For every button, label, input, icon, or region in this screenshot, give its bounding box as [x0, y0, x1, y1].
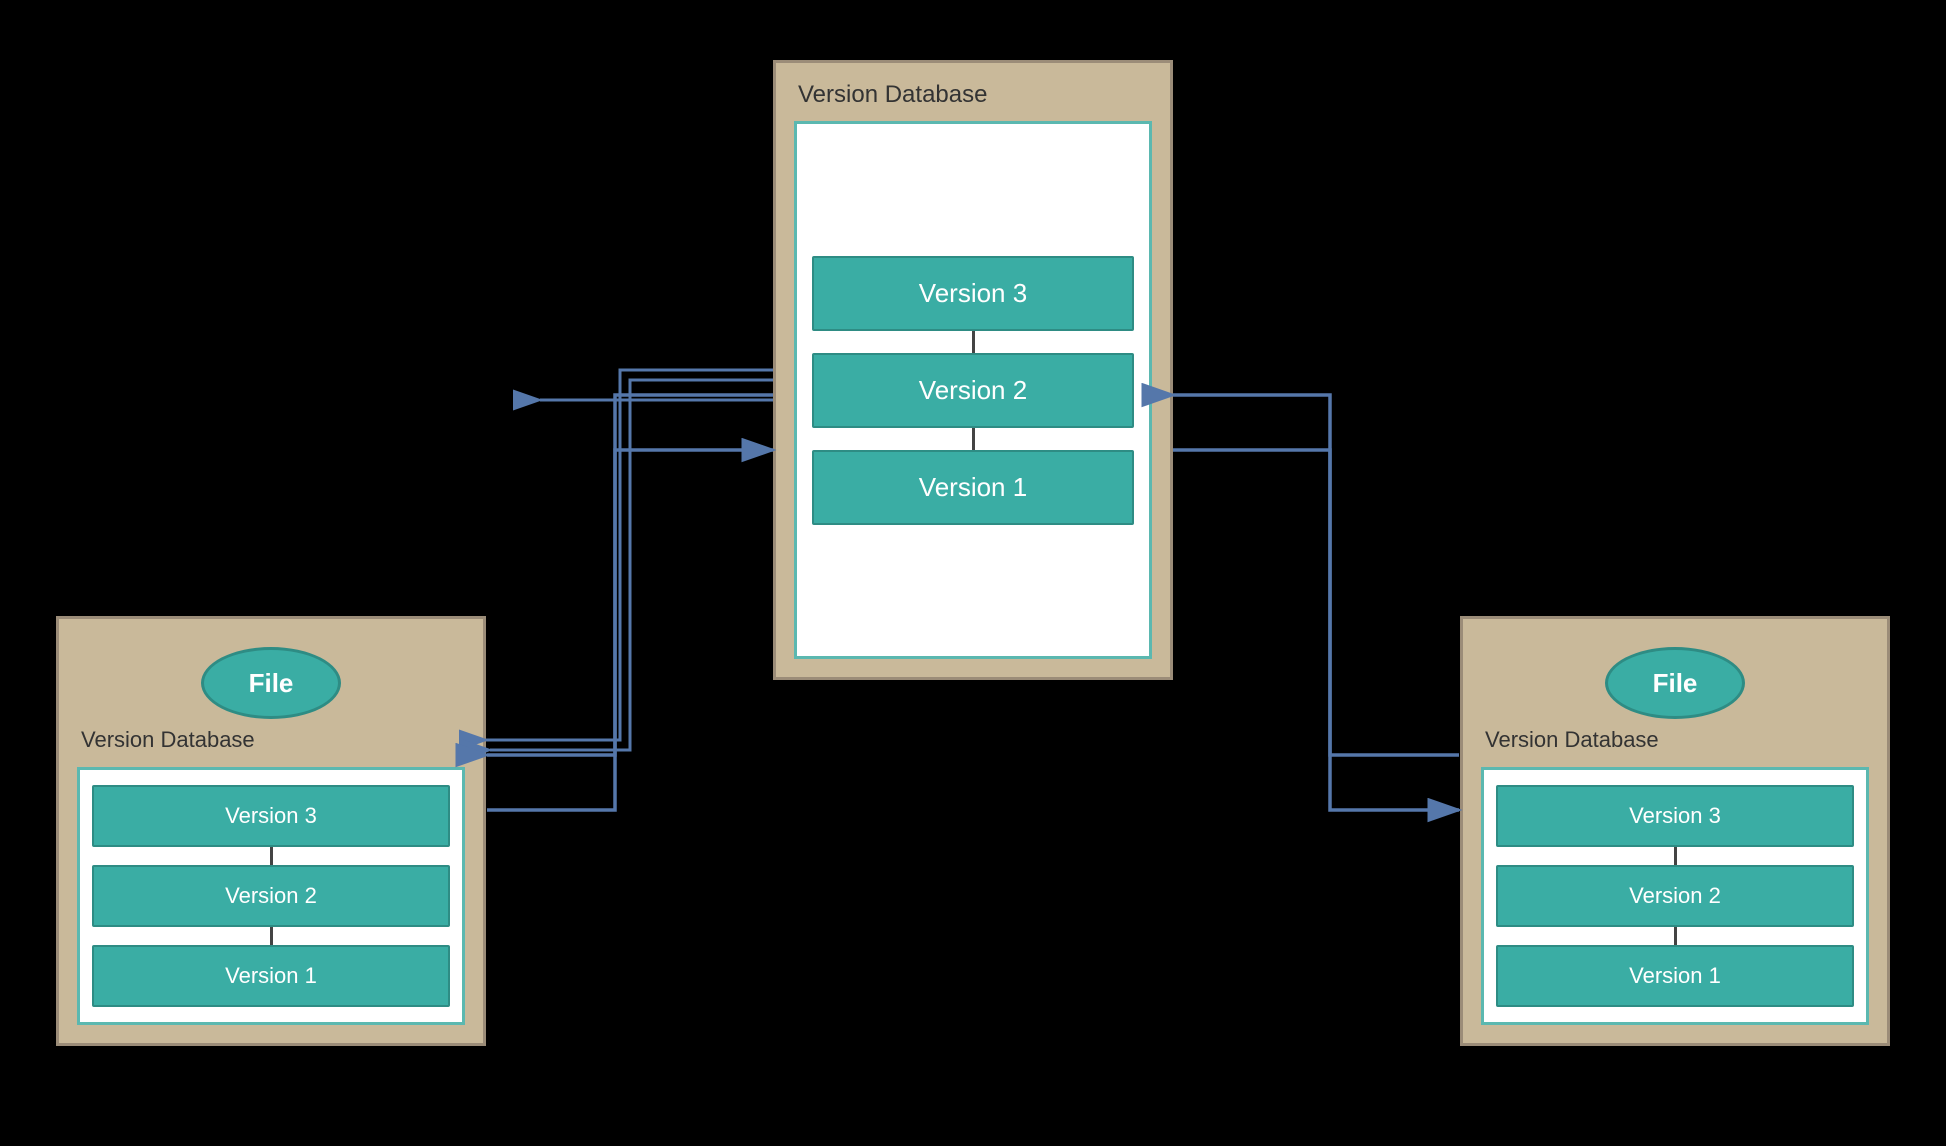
left-db-label: Version Database [77, 727, 255, 753]
left-inner-panel: Version 3 Version 2 Version 1 [77, 767, 465, 1025]
left-connector-2-1 [270, 927, 273, 945]
center-connector-3-2 [972, 331, 975, 353]
center-db-box: Version Database Version 3 Version 2 Ver… [773, 60, 1173, 680]
center-version-2: Version 2 [812, 353, 1134, 428]
arrow-center-to-left-path [486, 370, 773, 740]
right-connector-2-1 [1674, 927, 1677, 945]
center-connector-2-1 [972, 428, 975, 450]
right-inner-panel: Version 3 Version 2 Version 1 [1481, 767, 1869, 1025]
l2c-arrow [487, 450, 773, 810]
c2l-arrow [487, 395, 773, 755]
left-connector-3-2 [270, 847, 273, 865]
c2r-arrow [1173, 450, 1459, 810]
center-version-1: Version 1 [812, 450, 1134, 525]
right-version-2: Version 2 [1496, 865, 1854, 927]
right-file-label: File [1653, 668, 1698, 699]
left-file-label: File [249, 668, 294, 699]
right-connector-3-2 [1674, 847, 1677, 865]
center-db-label: Version Database [794, 81, 987, 109]
diagram: Version Database Version 3 Version 2 Ver… [0, 0, 1946, 1146]
left-version-3: Version 3 [92, 785, 450, 847]
left-file-oval: File [201, 647, 341, 719]
r2c-arrow [1173, 395, 1459, 755]
center-version-3: Version 3 [812, 256, 1134, 331]
center-to-left-arrow [490, 380, 773, 750]
left-version-2: Version 2 [92, 865, 450, 927]
center-inner-panel: Version 3 Version 2 Version 1 [794, 121, 1152, 659]
left-db-box: File Version Database Version 3 Version … [56, 616, 486, 1046]
right-db-box: File Version Database Version 3 Version … [1460, 616, 1890, 1046]
right-version-1: Version 1 [1496, 945, 1854, 1007]
right-db-label: Version Database [1481, 727, 1659, 753]
right-version-3: Version 3 [1496, 785, 1854, 847]
left-version-1: Version 1 [92, 945, 450, 1007]
right-file-oval: File [1605, 647, 1745, 719]
